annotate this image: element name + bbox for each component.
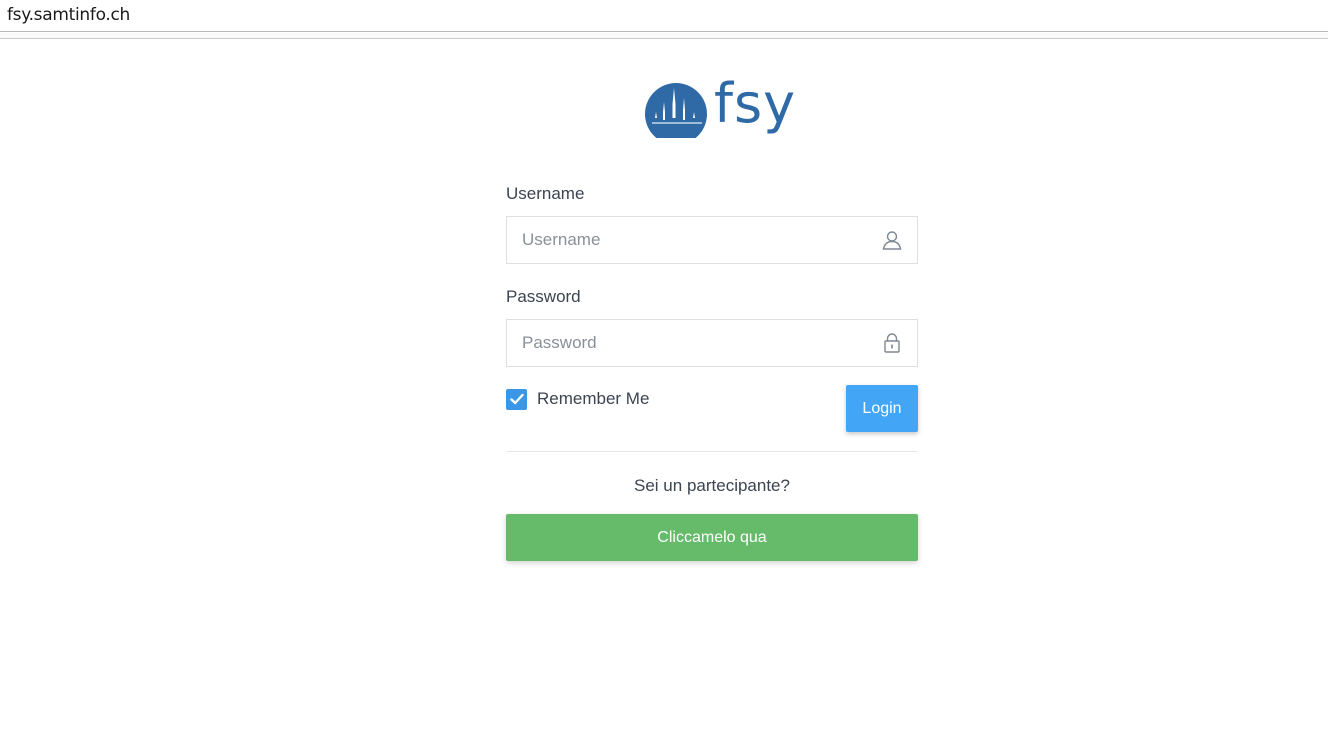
password-label: Password — [506, 287, 581, 306]
username-field-wrap[interactable] — [506, 216, 918, 264]
participant-button[interactable]: Cliccamelo qua — [506, 514, 918, 561]
remember-checkbox[interactable] — [506, 388, 527, 410]
check-icon — [509, 393, 524, 405]
url-text[interactable]: fsy.samtinfo.ch — [7, 5, 130, 25]
remember-label[interactable]: Remember Me — [537, 389, 649, 409]
logo-text: fsy — [714, 72, 797, 135]
participant-question: Sei un partecipante? — [634, 476, 790, 495]
browser-address-bar[interactable]: fsy.samtinfo.ch — [0, 0, 1328, 32]
cathedral-logo-icon — [645, 83, 707, 138]
lock-icon — [884, 333, 900, 353]
username-label: Username — [506, 184, 585, 203]
fsy-logo: fsy — [644, 72, 795, 146]
divider — [506, 451, 918, 452]
login-button[interactable]: Login — [846, 385, 918, 432]
toolbar-separator — [0, 33, 1328, 39]
password-input[interactable] — [507, 320, 867, 366]
user-icon — [882, 231, 902, 250]
password-field-wrap[interactable] — [506, 319, 918, 367]
remember-me[interactable]: Remember Me — [506, 387, 649, 411]
username-input[interactable] — [507, 217, 867, 263]
